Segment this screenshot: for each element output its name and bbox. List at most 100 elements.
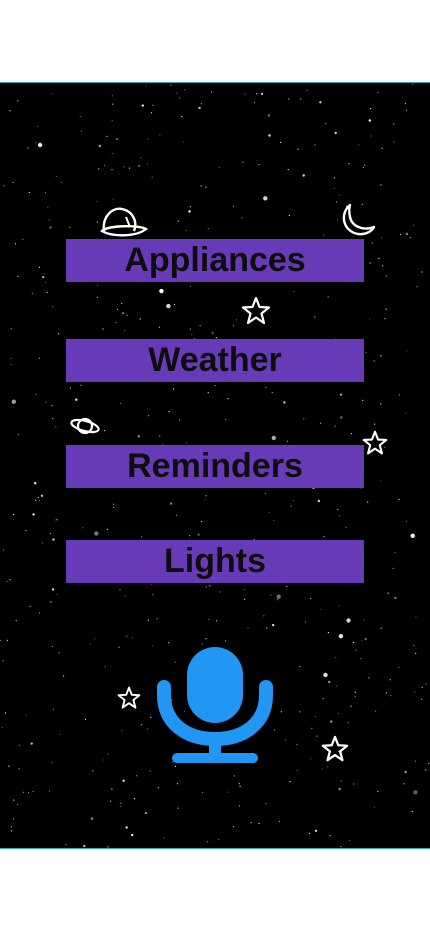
star-dot <box>314 316 316 318</box>
star-dot <box>340 416 343 419</box>
star-dot <box>297 148 299 150</box>
star-dot <box>52 708 55 711</box>
star-dot <box>58 333 60 335</box>
star-dot <box>403 783 405 785</box>
star-dot <box>175 514 178 516</box>
star-dot <box>60 181 63 183</box>
star-dot <box>266 627 268 629</box>
star-dot <box>45 401 47 403</box>
star-dot <box>177 807 179 809</box>
star-dot <box>120 802 122 804</box>
weather-button[interactable]: Weather <box>66 339 364 382</box>
star-dot <box>123 166 125 168</box>
star-dot <box>225 418 227 420</box>
star-dot <box>369 262 371 264</box>
star-dot <box>333 187 335 189</box>
star-dot <box>75 398 78 401</box>
star-dot <box>52 538 55 541</box>
star-dot <box>410 533 415 538</box>
star-dot <box>238 783 240 785</box>
star-dot <box>16 804 19 806</box>
appliances-button[interactable]: Appliances <box>66 239 364 282</box>
star-dot <box>398 394 400 396</box>
star-dot <box>289 780 291 783</box>
star-dot <box>170 84 172 86</box>
star-dot <box>250 822 252 824</box>
star-dot <box>188 210 191 213</box>
star-dot <box>421 686 423 688</box>
star-dot <box>181 115 183 118</box>
star-dot <box>333 177 335 179</box>
star-dot <box>412 224 414 226</box>
star-dot <box>296 769 298 772</box>
star-dot <box>55 426 57 428</box>
star-dot <box>398 666 400 669</box>
star-dot <box>111 119 113 122</box>
star-dot <box>288 98 290 100</box>
star-dot <box>200 185 202 187</box>
star-dot <box>412 83 414 85</box>
star-dot <box>267 114 271 117</box>
star-dot <box>27 147 29 149</box>
star-dot <box>276 594 281 599</box>
star-dot <box>413 644 415 647</box>
star-dot <box>207 228 209 230</box>
star-dot <box>322 698 324 700</box>
star-dot <box>321 768 323 770</box>
star-dot <box>189 328 191 330</box>
microphone-button[interactable] <box>154 645 276 765</box>
star-dot <box>346 618 351 623</box>
star-dot <box>37 142 43 148</box>
star-dot <box>158 326 161 328</box>
star-dot <box>302 174 305 177</box>
star-dot <box>140 724 142 726</box>
star-doodle-icon <box>362 430 388 455</box>
star-dot <box>348 839 350 841</box>
star-dot <box>176 92 178 94</box>
reminders-button[interactable]: Reminders <box>66 445 364 488</box>
star-dot <box>384 318 386 320</box>
star-dot <box>30 742 33 745</box>
star-dot <box>371 242 373 244</box>
lights-button[interactable]: Lights <box>66 540 364 583</box>
star-dot <box>413 790 418 795</box>
star-dot <box>97 284 99 286</box>
star-dot <box>385 275 387 277</box>
star-dot <box>338 787 341 791</box>
star-dot <box>270 594 272 596</box>
star-dot <box>286 440 289 442</box>
star-dot <box>28 191 30 194</box>
star-dot <box>98 168 100 170</box>
star-dot <box>79 116 81 118</box>
star-dot <box>387 592 389 594</box>
star-dot <box>354 696 356 698</box>
star-dot <box>13 799 15 801</box>
star-dot <box>364 637 367 641</box>
star-dot <box>15 620 17 622</box>
star-dot <box>207 841 209 843</box>
space-background: Appliances Weather Reminders Lights <box>0 82 430 849</box>
star-dot <box>339 393 343 396</box>
star-dot <box>233 324 235 326</box>
star-dot <box>207 619 210 621</box>
star-dot <box>210 91 213 93</box>
star-dot <box>258 163 260 166</box>
star-dot <box>329 835 331 837</box>
star-dot <box>263 615 265 617</box>
star-dot <box>224 640 227 642</box>
star-dot <box>405 109 407 111</box>
star-dot <box>124 330 126 332</box>
star-dot <box>290 505 292 507</box>
star-dot <box>10 357 12 359</box>
star-dot <box>265 803 267 805</box>
star-dot <box>288 214 290 217</box>
star-dot <box>37 496 39 499</box>
star-dot <box>233 775 235 777</box>
star-dot <box>201 521 203 523</box>
star-dot <box>373 360 375 362</box>
star-dot <box>360 658 362 660</box>
planet-doodle-icon <box>70 417 100 435</box>
star-dot <box>35 394 37 396</box>
star-dot <box>126 314 128 316</box>
star-dot <box>80 384 82 386</box>
